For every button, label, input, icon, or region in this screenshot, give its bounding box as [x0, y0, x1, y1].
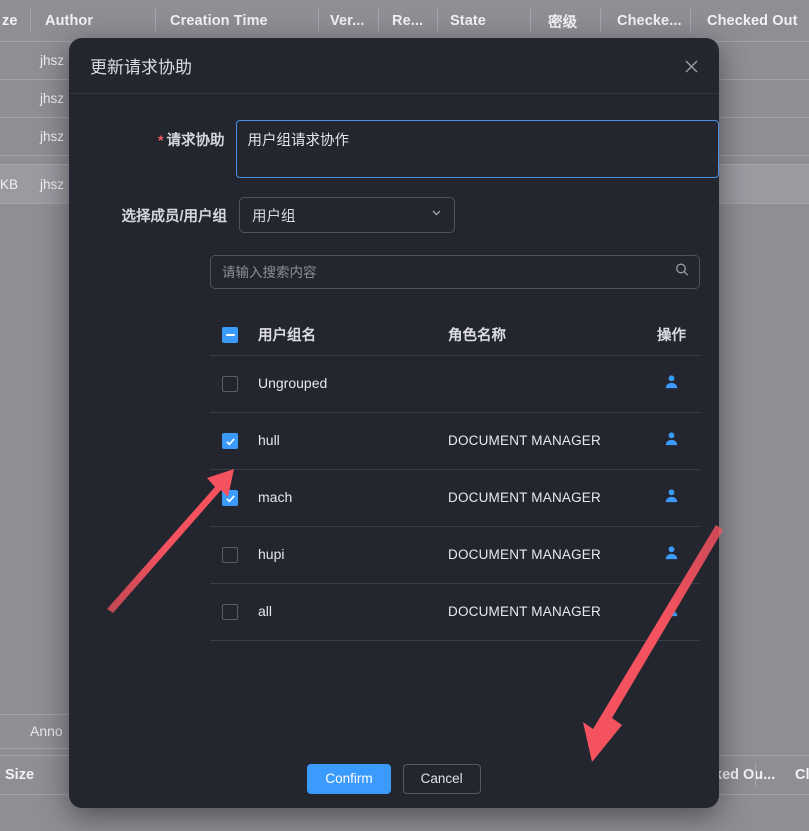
dialog-title: 更新请求协助 [90, 58, 192, 77]
select-all-checkbox[interactable] [222, 326, 238, 343]
user-icon[interactable] [664, 488, 679, 508]
row-checkbox[interactable] [222, 376, 238, 392]
search-area [69, 233, 719, 289]
chevron-down-icon [430, 206, 443, 224]
cell-role-name: DOCUMENT MANAGER [448, 547, 601, 562]
cell-group-name: hupi [258, 546, 285, 562]
table-row[interactable]: mach DOCUMENT MANAGER [210, 470, 700, 527]
bg-col-version[interactable]: Ver... [330, 0, 364, 42]
update-request-assistance-dialog: 更新请求协助 *请求协助 选择成员/用户组 用户组 [69, 38, 719, 808]
row-checkbox[interactable] [222, 604, 238, 620]
table-row[interactable]: Ungrouped [210, 356, 700, 413]
user-icon[interactable] [664, 374, 679, 394]
cell-group-name: all [258, 603, 273, 619]
bg-col-secrecy-level[interactable]: 密级 [548, 0, 577, 42]
column-divider [378, 9, 379, 33]
member-group-label: 选择成员/用户组 [121, 209, 227, 225]
cell-group-name: hull [258, 432, 280, 448]
dialog-body: *请求协助 选择成员/用户组 用户组 [69, 94, 719, 749]
column-divider [755, 763, 756, 787]
cell-group-name: mach [258, 489, 293, 505]
header-role-name: 角色名称 [448, 324, 643, 345]
cell-author: jhsz [40, 176, 65, 192]
column-divider [437, 9, 438, 33]
table-row[interactable]: all DOCUMENT MANAGER [210, 584, 700, 641]
cell-author: jhsz [40, 129, 65, 144]
column-divider [30, 9, 31, 33]
request-assistance-label: * 请求协助 [69, 120, 236, 150]
header-action: 操作 [643, 324, 700, 345]
table-row[interactable]: hull DOCUMENT MANAGER [210, 413, 700, 470]
required-marker: * [158, 132, 164, 148]
request-assistance-field: * 请求协助 [69, 94, 719, 178]
column-divider [155, 9, 156, 33]
row-checkbox[interactable] [222, 433, 238, 449]
cell-author: jhsz [40, 53, 65, 68]
row-checkbox-cell [210, 547, 258, 563]
bg-col-state[interactable]: State [450, 0, 486, 42]
column-divider [318, 9, 319, 33]
bg-bottom-col-cl[interactable]: Cl [795, 767, 809, 783]
bg-col-author[interactable]: Author [45, 0, 93, 42]
user-icon[interactable] [664, 545, 679, 565]
row-checkbox[interactable] [222, 490, 238, 506]
member-group-select[interactable]: 用户组 [239, 197, 455, 233]
column-divider [530, 9, 531, 33]
row-checkbox-cell [210, 604, 258, 620]
bg-col-checked-out[interactable]: Checked Out [707, 0, 798, 42]
background-table-header: ze Author Creation Time Ver... Re... Sta… [0, 0, 809, 42]
row-checkbox-cell [210, 490, 258, 506]
cell-author: jhsz [40, 91, 65, 106]
bg-col-checked[interactable]: Checke... [617, 0, 682, 42]
table-row[interactable]: hupi DOCUMENT MANAGER [210, 527, 700, 584]
row-checkbox[interactable] [222, 547, 238, 563]
row-checkbox-cell [210, 376, 258, 392]
member-group-selected-value: 用户组 [252, 208, 296, 225]
member-group-field: 选择成员/用户组 用户组 [69, 178, 719, 233]
confirm-button[interactable]: Confirm [307, 763, 391, 794]
header-role-name-text: 角色名称 [448, 328, 506, 344]
table-header-row: 用户组名 角色名称 操作 [210, 314, 700, 356]
bg-col-revision[interactable]: Re... [392, 0, 423, 42]
user-icon[interactable] [664, 602, 679, 622]
column-divider [600, 9, 601, 33]
indeterminate-mark [225, 333, 235, 336]
search-input[interactable] [211, 264, 699, 280]
cell-role-name: DOCUMENT MANAGER [448, 490, 601, 505]
header-group-name-text: 用户组名 [258, 328, 316, 344]
cancel-button[interactable]: Cancel [402, 763, 481, 794]
annotation-label: Anno [30, 723, 63, 739]
user-group-table: 用户组名 角色名称 操作 Ungrouped hull DOCUMENT MAN… [210, 314, 700, 641]
bg-col-creation-time[interactable]: Creation Time [170, 0, 268, 42]
request-assistance-textarea[interactable] [236, 120, 719, 178]
user-icon[interactable] [664, 431, 679, 451]
cell-role-name: DOCUMENT MANAGER [448, 604, 601, 619]
bg-bottom-col-size[interactable]: Size [5, 767, 34, 783]
bg-col-size-partial[interactable]: ze [2, 0, 18, 42]
close-icon[interactable] [677, 52, 705, 80]
cell-group-name: Ungrouped [258, 375, 328, 391]
screen: ze Author Creation Time Ver... Re... Sta… [0, 0, 809, 831]
search-icon[interactable] [675, 263, 689, 282]
dialog-footer: Confirm Cancel [69, 749, 719, 808]
cell-role-name: DOCUMENT MANAGER [448, 433, 601, 448]
dialog-header: 更新请求协助 [69, 38, 719, 94]
column-divider [690, 9, 691, 33]
header-group-name: 用户组名 [258, 324, 448, 345]
search-box[interactable] [210, 255, 700, 289]
request-assistance-label-text: 请求协助 [166, 133, 225, 149]
header-action-text: 操作 [657, 328, 686, 344]
select-all-cell [210, 326, 258, 343]
bg-bottom-col-checked-out[interactable]: ked Ou... [714, 767, 775, 783]
row-checkbox-cell [210, 433, 258, 449]
cell-size: KB [0, 176, 19, 192]
